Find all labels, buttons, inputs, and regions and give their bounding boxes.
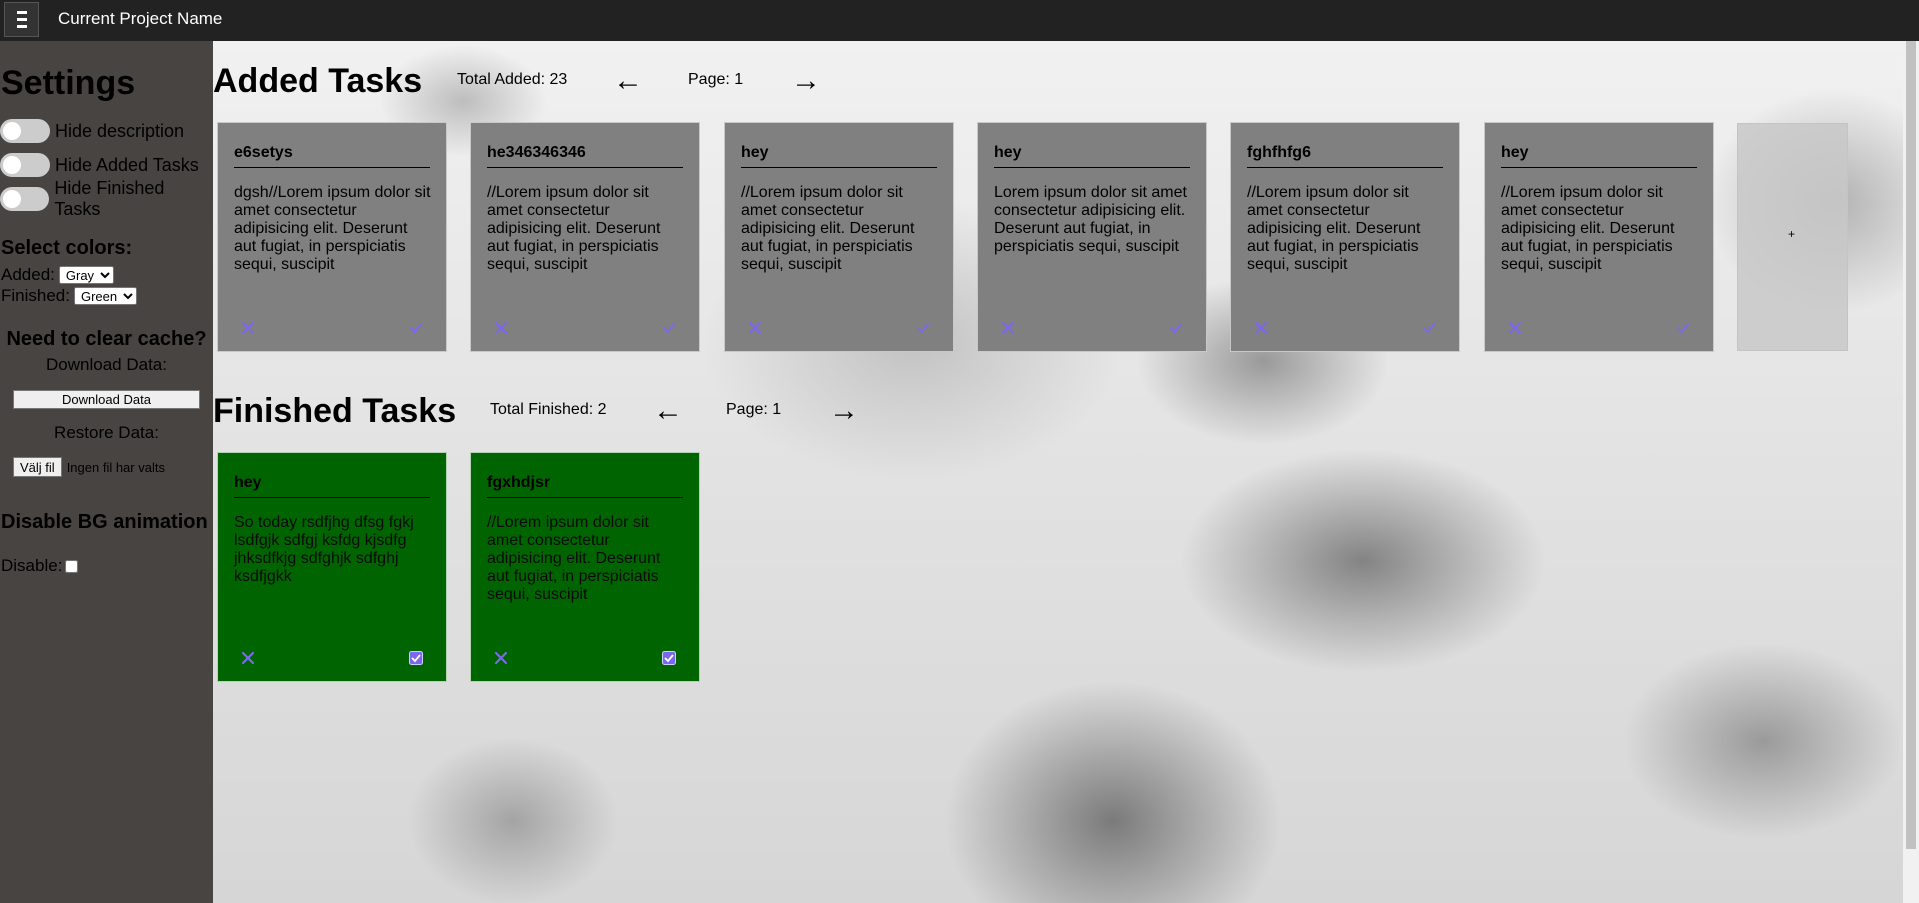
- hide-finished-row: Hide Finished Tasks: [0, 178, 213, 219]
- added-task-card[interactable]: hey Lorem ipsum dolor sit amet consectetu…: [977, 122, 1207, 352]
- finished-color-label: Finished:: [1, 286, 70, 305]
- task-title: hey: [741, 144, 937, 168]
- check-icon[interactable]: [662, 321, 676, 335]
- added-prev-arrow-icon[interactable]: ←: [613, 66, 643, 96]
- finished-color-row: Finished: Green: [1, 286, 137, 306]
- hide-added-toggle[interactable]: [0, 153, 50, 177]
- delete-icon[interactable]: [1254, 321, 1268, 335]
- restore-data-label: Restore Data:: [54, 423, 159, 442]
- add-task-button[interactable]: +: [1737, 123, 1848, 351]
- finished-task-card[interactable]: hey So today rsdfjhg dfsg fgkj lsdfgjk sd…: [217, 452, 447, 682]
- delete-icon[interactable]: [494, 651, 508, 665]
- task-description: //Lorem ipsum dolor sit amet consectetur…: [487, 514, 661, 603]
- hide-description-toggle[interactable]: [0, 119, 50, 143]
- check-icon[interactable]: [409, 321, 423, 335]
- delete-icon[interactable]: [748, 321, 762, 335]
- task-title: hey: [1501, 144, 1697, 168]
- check-icon[interactable]: [1169, 321, 1183, 335]
- delete-icon[interactable]: [494, 321, 508, 335]
- hide-description-row: Hide description: [0, 118, 184, 144]
- total-added: Total Added: 23: [457, 71, 568, 88]
- task-description: //Lorem ipsum dolor sit amet consectetur…: [741, 184, 915, 273]
- task-description: //Lorem ipsum dolor sit amet consectetur…: [1247, 184, 1421, 273]
- task-title: hey: [994, 144, 1190, 168]
- finished-prev-arrow-icon[interactable]: ←: [653, 396, 683, 426]
- file-status: Ingen fil har valts: [66, 459, 165, 475]
- top-bar: Current Project Name: [0, 0, 1919, 41]
- added-color-label: Added:: [1, 265, 55, 284]
- download-data-label: Download Data:: [46, 355, 167, 374]
- added-task-card[interactable]: hey //Lorem ipsum dolor sit amet consecte…: [1484, 122, 1714, 352]
- added-task-card[interactable]: e6setys dgsh//Lorem ipsum dolor sit amet …: [217, 122, 447, 352]
- bg-animation-heading: Disable BG animation: [1, 511, 208, 533]
- download-data-button[interactable]: Download Data: [13, 390, 200, 409]
- added-page: Page: 1: [688, 71, 744, 88]
- scrollbar[interactable]: [1903, 41, 1919, 903]
- hamburger-icon[interactable]: [4, 2, 39, 37]
- checked-box-icon[interactable]: [662, 651, 676, 665]
- added-color-row: Added: Gray: [1, 265, 114, 285]
- plus-icon: +: [1788, 227, 1796, 241]
- finished-color-select[interactable]: Green: [73, 287, 137, 305]
- clear-cache-heading: Need to clear cache?: [6, 328, 207, 350]
- scrollbar-thumb[interactable]: [1906, 41, 1916, 849]
- check-icon[interactable]: [1422, 321, 1436, 335]
- task-title: he346346346: [487, 144, 683, 168]
- disable-row: Disable:: [1, 556, 79, 576]
- hide-description-label: Hide description: [55, 120, 185, 141]
- total-finished: Total Finished: 2: [490, 401, 607, 418]
- hide-added-label: Hide Added Tasks: [55, 154, 199, 175]
- disable-bg-checkbox[interactable]: [65, 559, 79, 573]
- settings-title: Settings: [1, 64, 136, 102]
- hide-added-row: Hide Added Tasks: [0, 152, 199, 178]
- added-task-card[interactable]: he346346346 //Lorem ipsum dolor sit amet …: [470, 122, 700, 352]
- hide-finished-label: Hide Finished Tasks: [54, 178, 165, 219]
- task-description: dgsh//Lorem ipsum dolor sit amet consect…: [234, 184, 431, 273]
- task-title: fgxhdjsr: [487, 474, 683, 498]
- finished-task-card[interactable]: fgxhdjsr //Lorem ipsum dolor sit amet con…: [470, 452, 700, 682]
- added-task-card[interactable]: fghfhfg6 //Lorem ipsum dolor sit amet con…: [1230, 122, 1460, 352]
- added-task-card[interactable]: hey //Lorem ipsum dolor sit amet consecte…: [724, 122, 954, 352]
- finished-next-arrow-icon[interactable]: →: [829, 396, 859, 426]
- added-tasks-title: Added Tasks: [213, 62, 423, 100]
- settings-sidebar: Settings Hide description Hide Added Tas…: [0, 41, 213, 903]
- delete-icon[interactable]: [241, 321, 255, 335]
- hide-finished-toggle[interactable]: [0, 187, 50, 211]
- project-name: Current Project Name: [58, 9, 223, 28]
- task-title: fghfhfg6: [1247, 144, 1443, 168]
- restore-file-row: Välj fil Ingen fil har valts: [13, 457, 165, 477]
- task-title: hey: [234, 474, 430, 498]
- added-next-arrow-icon[interactable]: →: [791, 66, 821, 96]
- check-icon[interactable]: [1676, 321, 1690, 335]
- task-title: e6setys: [234, 144, 430, 168]
- delete-icon[interactable]: [1508, 321, 1522, 335]
- disable-label: Disable:: [1, 556, 63, 575]
- delete-icon[interactable]: [1001, 321, 1015, 335]
- added-color-select[interactable]: Gray: [58, 266, 114, 284]
- check-icon[interactable]: [916, 321, 930, 335]
- task-description: //Lorem ipsum dolor sit amet consectetur…: [1501, 184, 1675, 273]
- main-content: Added Tasks Total Added: 23 ← Page: 1 → …: [213, 41, 1903, 903]
- task-description: So today rsdfjhg dfsg fgkj lsdfgjk sdfgj…: [234, 514, 414, 585]
- task-description: Lorem ipsum dolor sit amet consectetur a…: [994, 184, 1187, 255]
- finished-page: Page: 1: [726, 401, 782, 418]
- select-colors-heading: Select colors:: [1, 237, 133, 259]
- delete-icon[interactable]: [241, 651, 255, 665]
- task-description: //Lorem ipsum dolor sit amet consectetur…: [487, 184, 661, 273]
- choose-file-button[interactable]: Välj fil: [13, 457, 62, 477]
- finished-tasks-title: Finished Tasks: [213, 392, 457, 430]
- checked-box-icon[interactable]: [409, 651, 423, 665]
